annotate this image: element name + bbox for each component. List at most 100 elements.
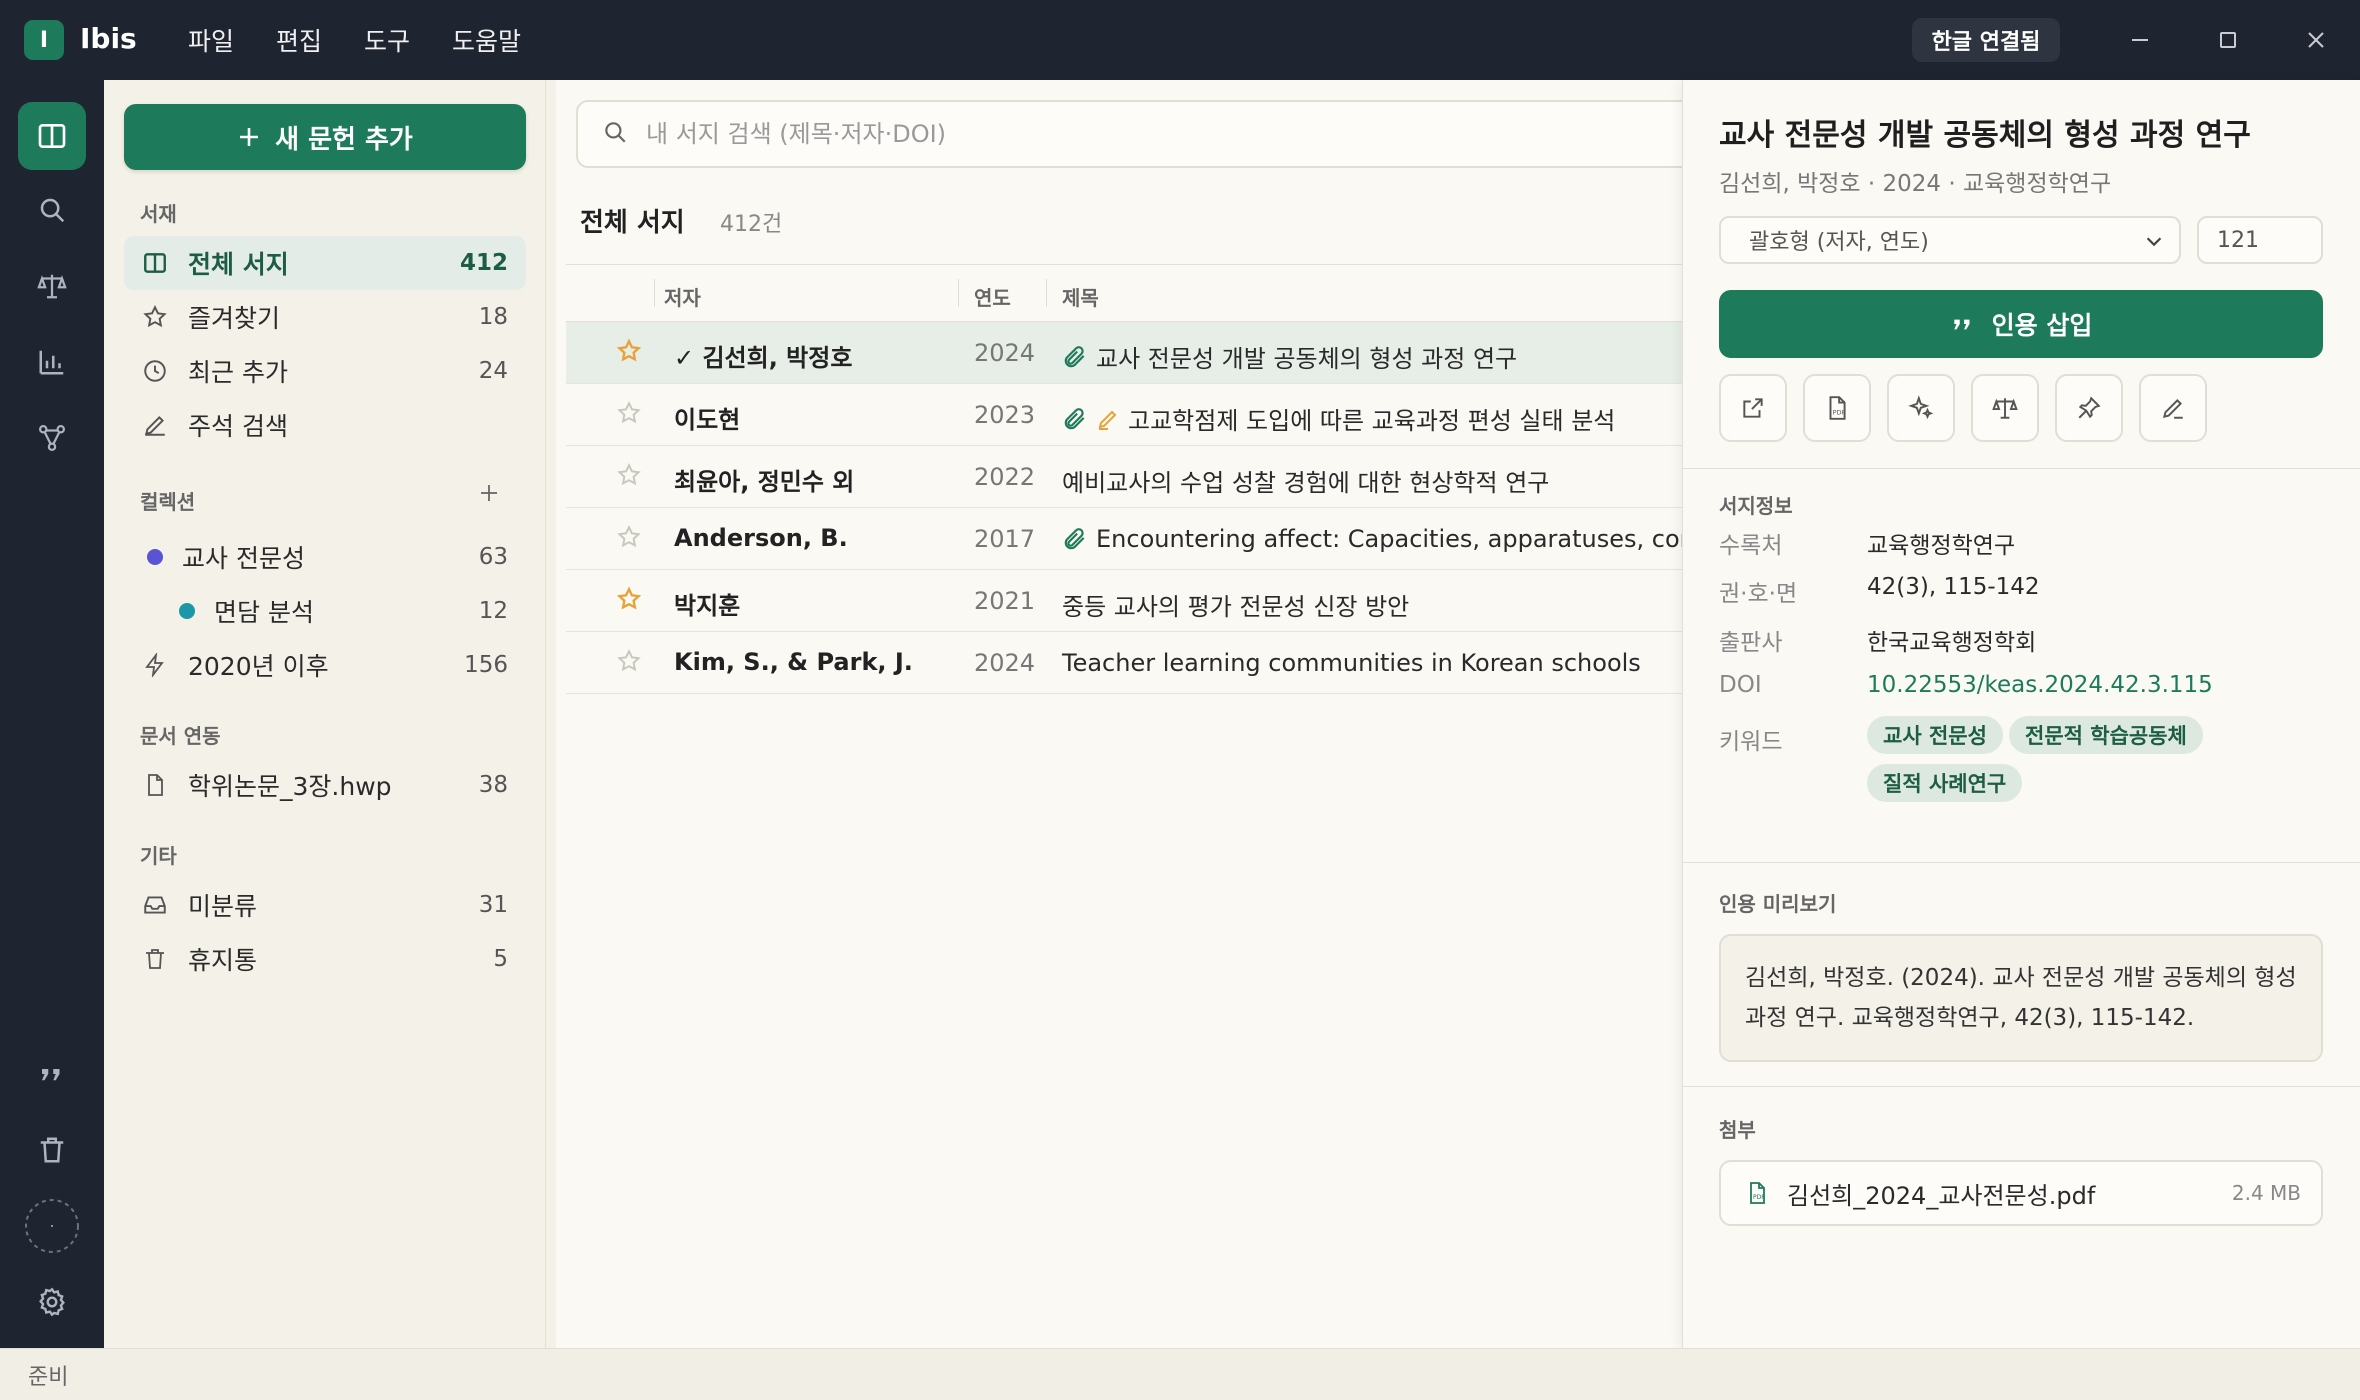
star-icon[interactable] — [616, 648, 642, 674]
table-row[interactable]: ✓ 김선희, 박정호 2024 교사 전문성 개발 공동체의 형성 과정 연구 — [566, 322, 1692, 384]
minimize-button[interactable] — [2122, 22, 2158, 58]
hangul-status-button[interactable]: 한글 연결됨 — [1912, 18, 2060, 62]
favorite-toggle[interactable] — [616, 462, 642, 492]
rail-search-button[interactable] — [18, 176, 86, 244]
favorite-toggle[interactable] — [616, 586, 642, 616]
add-collection-button[interactable] — [474, 478, 504, 508]
edit-button[interactable] — [2139, 374, 2207, 442]
rail-sync-button[interactable] — [18, 1192, 86, 1260]
citation-style-select[interactable]: 괄호형 (저자, 연도) — [1719, 216, 2181, 264]
insert-citation-button[interactable]: 인용 삽입 — [1719, 290, 2323, 358]
menu-file[interactable]: 파일 — [188, 22, 234, 58]
row-year: 2021 — [974, 587, 1036, 615]
star-filled-icon[interactable] — [616, 338, 642, 364]
rail-stats-button[interactable] — [18, 328, 86, 396]
favorite-toggle[interactable] — [616, 524, 642, 554]
scale-icon — [37, 274, 67, 299]
rail-network-button[interactable] — [18, 404, 86, 472]
sidebar-item-trash[interactable]: 휴지통 5 — [124, 932, 526, 986]
favorite-toggle[interactable] — [616, 400, 642, 430]
rail-settings-button[interactable] — [18, 1268, 86, 1336]
keyword-tag[interactable]: 교사 전문성 — [1867, 716, 2003, 754]
maximize-button[interactable] — [2210, 22, 2246, 58]
highlight-button[interactable] — [2055, 374, 2123, 442]
menu-help[interactable]: 도움말 — [452, 22, 521, 58]
sidebar-item-label: 주석 검색 — [188, 412, 288, 441]
sidebar-item-collection-interview[interactable]: 면담 분석 12 — [124, 584, 526, 638]
sidebar-item-all[interactable]: 전체 서지 412 — [124, 236, 526, 290]
bib-info-title: 서지정보 — [1719, 494, 1793, 518]
keyword-tag[interactable]: 질적 사례연구 — [1867, 764, 2023, 802]
citation-preview-line: 과정 연구. 교육행정학연구, 42(3), 115-142. — [1745, 1005, 2195, 1031]
plus-icon — [240, 128, 259, 146]
paperclip-icon — [1064, 345, 1085, 367]
sidebar-item-document[interactable]: 학위논문_3장.hwp 38 — [124, 758, 526, 812]
network-icon — [39, 425, 65, 451]
doi-link[interactable]: 10.22553/keas.2024.42.3.115 — [1867, 672, 2213, 698]
svg-text:PDF: PDF — [1753, 1194, 1765, 1201]
list-count: 412건 — [720, 212, 783, 237]
rail-citation-button[interactable] — [18, 1040, 86, 1108]
close-button[interactable] — [2298, 22, 2334, 58]
gear-icon — [39, 1287, 65, 1317]
row-title: Encountering affect: Capacities, apparat… — [1096, 525, 1692, 553]
compare-button[interactable] — [1971, 374, 2039, 442]
sidebar-item-annotation-search[interactable]: 주석 검색 — [124, 398, 526, 452]
row-title: 예비교사의 수업 성찰 경험에 대한 현상학적 연구 — [1062, 469, 1550, 497]
field-key: 권·호·면 — [1719, 581, 1798, 607]
sidebar-item-smart-2020[interactable]: 2020년 이후 156 — [124, 638, 526, 692]
table-row[interactable]: 박지훈 2021 중등 교사의 평가 전문성 신장 방안 — [566, 570, 1692, 632]
menu-edit[interactable]: 편집 — [276, 22, 322, 58]
sidebar-item-collection-teacher[interactable]: 교사 전문성 63 — [124, 530, 526, 584]
rail-compare-button[interactable] — [18, 252, 86, 320]
title-bar: I Ibis 파일 편집 도구 도움말 한글 연결됨 — [0, 0, 2360, 80]
pen-icon — [2162, 399, 2183, 419]
sidebar-item-count: 12 — [478, 598, 508, 624]
sidebar-item-label: 휴지통 — [188, 946, 258, 975]
table-row[interactable]: Anderson, B. 2017 Encountering affect: Cap… — [566, 508, 1692, 570]
sidebar-item-label: 전체 서지 — [188, 250, 289, 279]
divider — [1683, 1086, 2360, 1087]
rail-trash-button[interactable] — [18, 1116, 86, 1184]
scale-icon — [1992, 398, 2018, 419]
maximize-icon — [2220, 32, 2236, 48]
table-row[interactable]: Kim, S., & Park, J. 2024 Teacher learning … — [566, 632, 1692, 694]
sidebar-item-favorites[interactable]: 즐겨찾기 18 — [124, 290, 526, 344]
row-title: 중등 교사의 평가 전문성 신장 방안 — [1062, 593, 1410, 621]
paperclip-icon — [1064, 407, 1085, 429]
keyword-tag[interactable]: 전문적 학습공동체 — [2009, 716, 2203, 754]
favorite-toggle[interactable] — [616, 338, 642, 368]
star-icon[interactable] — [616, 462, 642, 488]
menu-tools[interactable]: 도구 — [364, 22, 410, 58]
sidebar: 새 문헌 추가 서재 전체 서지 412 즐겨찾기 18 최근 추가 24 주석… — [104, 80, 546, 1348]
table-row[interactable]: 이도현 2023 고교학점제 도입에 따른 교육과정 편성 실태 분석 — [566, 384, 1692, 446]
close-icon — [2308, 32, 2324, 48]
library-search-input[interactable] — [646, 120, 1546, 148]
open-pdf-button[interactable]: PDF — [1803, 374, 1871, 442]
ai-summary-button[interactable] — [1887, 374, 1955, 442]
row-year: 2023 — [974, 401, 1036, 429]
status-text: 준비 — [28, 1364, 69, 1390]
attachment-item[interactable]: PDF 김선희_2024_교사전문성.pdf 2.4 MB — [1719, 1160, 2323, 1226]
icon-rail — [0, 80, 104, 1348]
star-icon[interactable] — [616, 400, 642, 426]
column-author[interactable]: 저자 — [664, 282, 701, 311]
add-reference-label: 새 문헌 추가 — [275, 124, 413, 155]
page-number-input[interactable] — [2197, 216, 2323, 264]
library-search-box[interactable] — [576, 100, 1736, 168]
sidebar-item-label: 교사 전문성 — [182, 544, 305, 573]
add-reference-button[interactable]: 새 문헌 추가 — [124, 104, 526, 170]
rail-library-button[interactable] — [18, 102, 86, 170]
column-title[interactable]: 제목 — [1062, 282, 1099, 311]
favorite-toggle[interactable] — [616, 648, 642, 678]
star-filled-icon[interactable] — [616, 586, 642, 612]
table-row[interactable]: 최윤아, 정민수 외 2022 예비교사의 수업 성찰 경험에 대한 현상학적 연구 — [566, 446, 1692, 508]
table-header: 저자 연도 제목 — [566, 264, 1692, 322]
collection-color-dot — [179, 603, 195, 619]
open-external-button[interactable] — [1719, 374, 1787, 442]
sidebar-item-unfiled[interactable]: 미분류 31 — [124, 878, 526, 932]
pdf-icon: PDF — [1750, 1182, 1765, 1204]
sidebar-item-recent[interactable]: 최근 추가 24 — [124, 344, 526, 398]
star-icon[interactable] — [616, 524, 642, 550]
column-year[interactable]: 연도 — [974, 282, 1011, 311]
